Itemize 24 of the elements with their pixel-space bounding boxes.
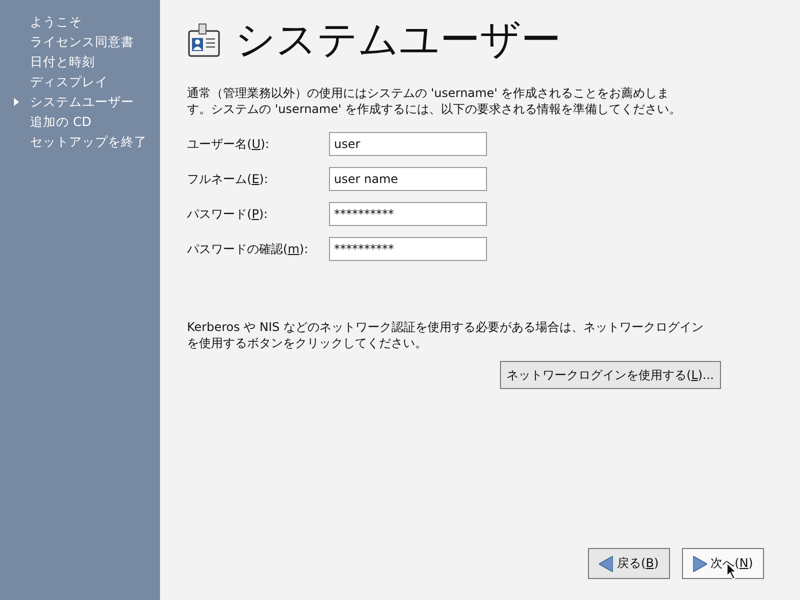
- sidebar-item[interactable]: システムユーザー: [0, 92, 160, 112]
- field-label: パスワード(P):: [187, 206, 269, 222]
- input-field[interactable]: user: [329, 132, 487, 156]
- page-title: システムユーザー: [235, 16, 561, 65]
- next-button[interactable]: 次へ(N): [682, 548, 764, 579]
- input-field[interactable]: **********: [329, 202, 487, 226]
- sidebar-item[interactable]: 日付と時刻: [0, 52, 160, 72]
- sidebar-item[interactable]: ディスプレイ: [0, 72, 160, 92]
- field-label: フルネーム(E):: [187, 170, 270, 188]
- next-arrow-icon: [692, 556, 707, 572]
- input-field[interactable]: user name: [329, 167, 487, 191]
- sidebar-item[interactable]: ようこそ: [0, 12, 160, 32]
- sidebar-item[interactable]: 追加の CD: [0, 112, 160, 132]
- field-label: ユーザー名(U):: [187, 136, 270, 152]
- sidebar-item[interactable]: ライセンス同意書: [0, 32, 160, 52]
- sidebar-item[interactable]: セットアップを終了: [0, 132, 160, 152]
- field-label: パスワードの確認(m):: [187, 240, 310, 258]
- intro-text: 通常（管理業務以外）の使用にはシステムの 'username' を作成されることをお薦めします。システムの 'username' を作成するには、以下の要求される情報を準備してください。: [187, 85, 682, 117]
- network-login-button[interactable]: ネットワークログインを使用する(L)...: [500, 361, 721, 389]
- back-button[interactable]: 戻る(B): [588, 548, 670, 579]
- back-arrow-icon: [599, 556, 614, 572]
- input-field[interactable]: **********: [329, 237, 487, 261]
- id-badge-icon: [187, 22, 221, 58]
- network-note: Kerberos や NIS などのネットワーク認証を使用する必要がある場合は、ネットワークログインを使用するボタンをクリックしてください。: [187, 319, 704, 351]
